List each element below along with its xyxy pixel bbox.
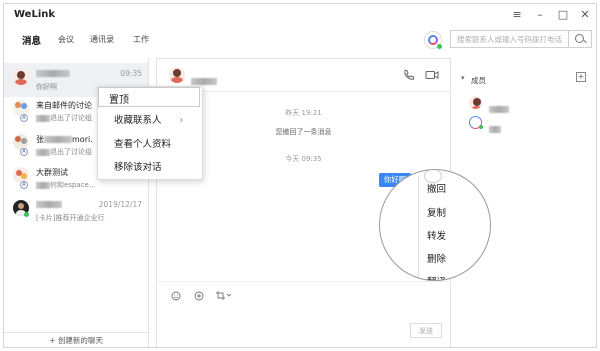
tab-messages[interactable]: 消息 <box>22 33 41 47</box>
action-forward[interactable]: 转发 <box>427 228 446 242</box>
action-recall[interactable]: 撤回 <box>427 181 446 195</box>
conversation-name: 张 mori. <box>36 135 93 144</box>
action-translate[interactable]: 翻译 <box>427 274 446 280</box>
chat-contact-avatar <box>169 67 185 83</box>
message-action-magnifier: 撤回 复制 转发 删除 翻译 <box>379 169 491 281</box>
message-action-menu: 撤回 复制 转发 删除 翻译 <box>418 175 479 280</box>
send-button[interactable]: 发送 <box>410 323 442 338</box>
search-input[interactable]: 搜索联系人或输入号码拨打电话 <box>450 30 592 48</box>
chevron-right-icon: › <box>179 115 184 126</box>
conversation-item[interactable]: 2019/12/17 [卡片]推荐开通企业行 <box>4 194 148 228</box>
phone-icon[interactable] <box>403 69 415 81</box>
contact-avatar <box>13 69 29 85</box>
input-divider <box>157 281 450 282</box>
conversation-preview: 退出了讨论组 <box>36 147 92 157</box>
context-item-pin[interactable]: 置顶 <box>98 87 200 107</box>
action-delete[interactable]: 删除 <box>427 251 446 265</box>
conversation-time: 09:35 <box>120 69 142 78</box>
participant-badge: A <box>20 114 28 122</box>
member-name <box>489 119 501 138</box>
title-bar: WeLink ≡ – □ ✕ <box>4 4 596 26</box>
search-icon[interactable] <box>568 31 591 47</box>
context-item-favorite[interactable]: 收藏联系人 › <box>114 112 183 126</box>
action-copy[interactable]: 复制 <box>427 205 446 219</box>
emoji-icon[interactable] <box>171 291 181 301</box>
minimize-icon[interactable]: – <box>532 8 548 22</box>
conversation-name: 大群测试 <box>36 168 68 177</box>
online-indicator <box>479 125 483 129</box>
member-item[interactable] <box>453 96 596 114</box>
conversation-preview: 何和espace... <box>36 180 96 190</box>
participant-badge: A <box>20 181 28 189</box>
context-item-profile[interactable]: 查看个人资料 <box>114 136 171 150</box>
conversation-preview: 退出了讨论组 <box>36 113 92 123</box>
members-header: ▾ 成员 + <box>453 72 596 88</box>
screenshot-icon[interactable] <box>215 290 233 301</box>
member-item[interactable] <box>453 116 596 134</box>
tab-meetings[interactable]: 会议 <box>58 34 74 45</box>
menu-icon[interactable]: ≡ <box>509 8 525 22</box>
conversation-context-menu: 置顶 收藏联系人 › 查看个人资料 移除该对话 <box>97 86 203 180</box>
search-placeholder: 搜索联系人或输入号码拨打电话 <box>457 35 562 44</box>
maximize-icon[interactable]: □ <box>555 8 571 22</box>
contact-name <box>36 69 70 78</box>
tab-contacts[interactable]: 通讯录 <box>90 34 114 45</box>
context-item-remove[interactable]: 移除该对话 <box>114 159 162 173</box>
add-attachment-icon[interactable] <box>194 291 204 301</box>
member-avatar <box>469 96 482 109</box>
add-member-icon[interactable]: + <box>576 72 586 82</box>
app-title: WeLink <box>14 9 56 20</box>
contact-name <box>36 200 62 209</box>
my-avatar[interactable] <box>424 31 442 49</box>
video-call-icon[interactable] <box>425 69 439 81</box>
conversation-name: 来自邮件的讨论 <box>36 101 92 110</box>
members-title: 成员 <box>471 76 486 85</box>
conversation-preview: [卡片]推荐开通企业行 <box>36 214 105 222</box>
online-indicator <box>24 212 29 217</box>
welink-window: WeLink ≡ – □ ✕ 消息 会议 通讯录 工作 搜索联系人或输入号码拨打… <box>3 3 597 348</box>
tab-work[interactable]: 工作 <box>133 34 149 45</box>
close-icon[interactable]: ✕ <box>577 8 593 22</box>
new-chat-button[interactable]: + 创建新的聊天 <box>4 332 148 347</box>
conversation-preview: 你好啊 <box>36 83 57 91</box>
participant-badge: A <box>20 148 28 156</box>
conversation-time: 2019/12/17 <box>98 200 142 209</box>
collapse-icon[interactable]: ▾ <box>461 74 465 82</box>
